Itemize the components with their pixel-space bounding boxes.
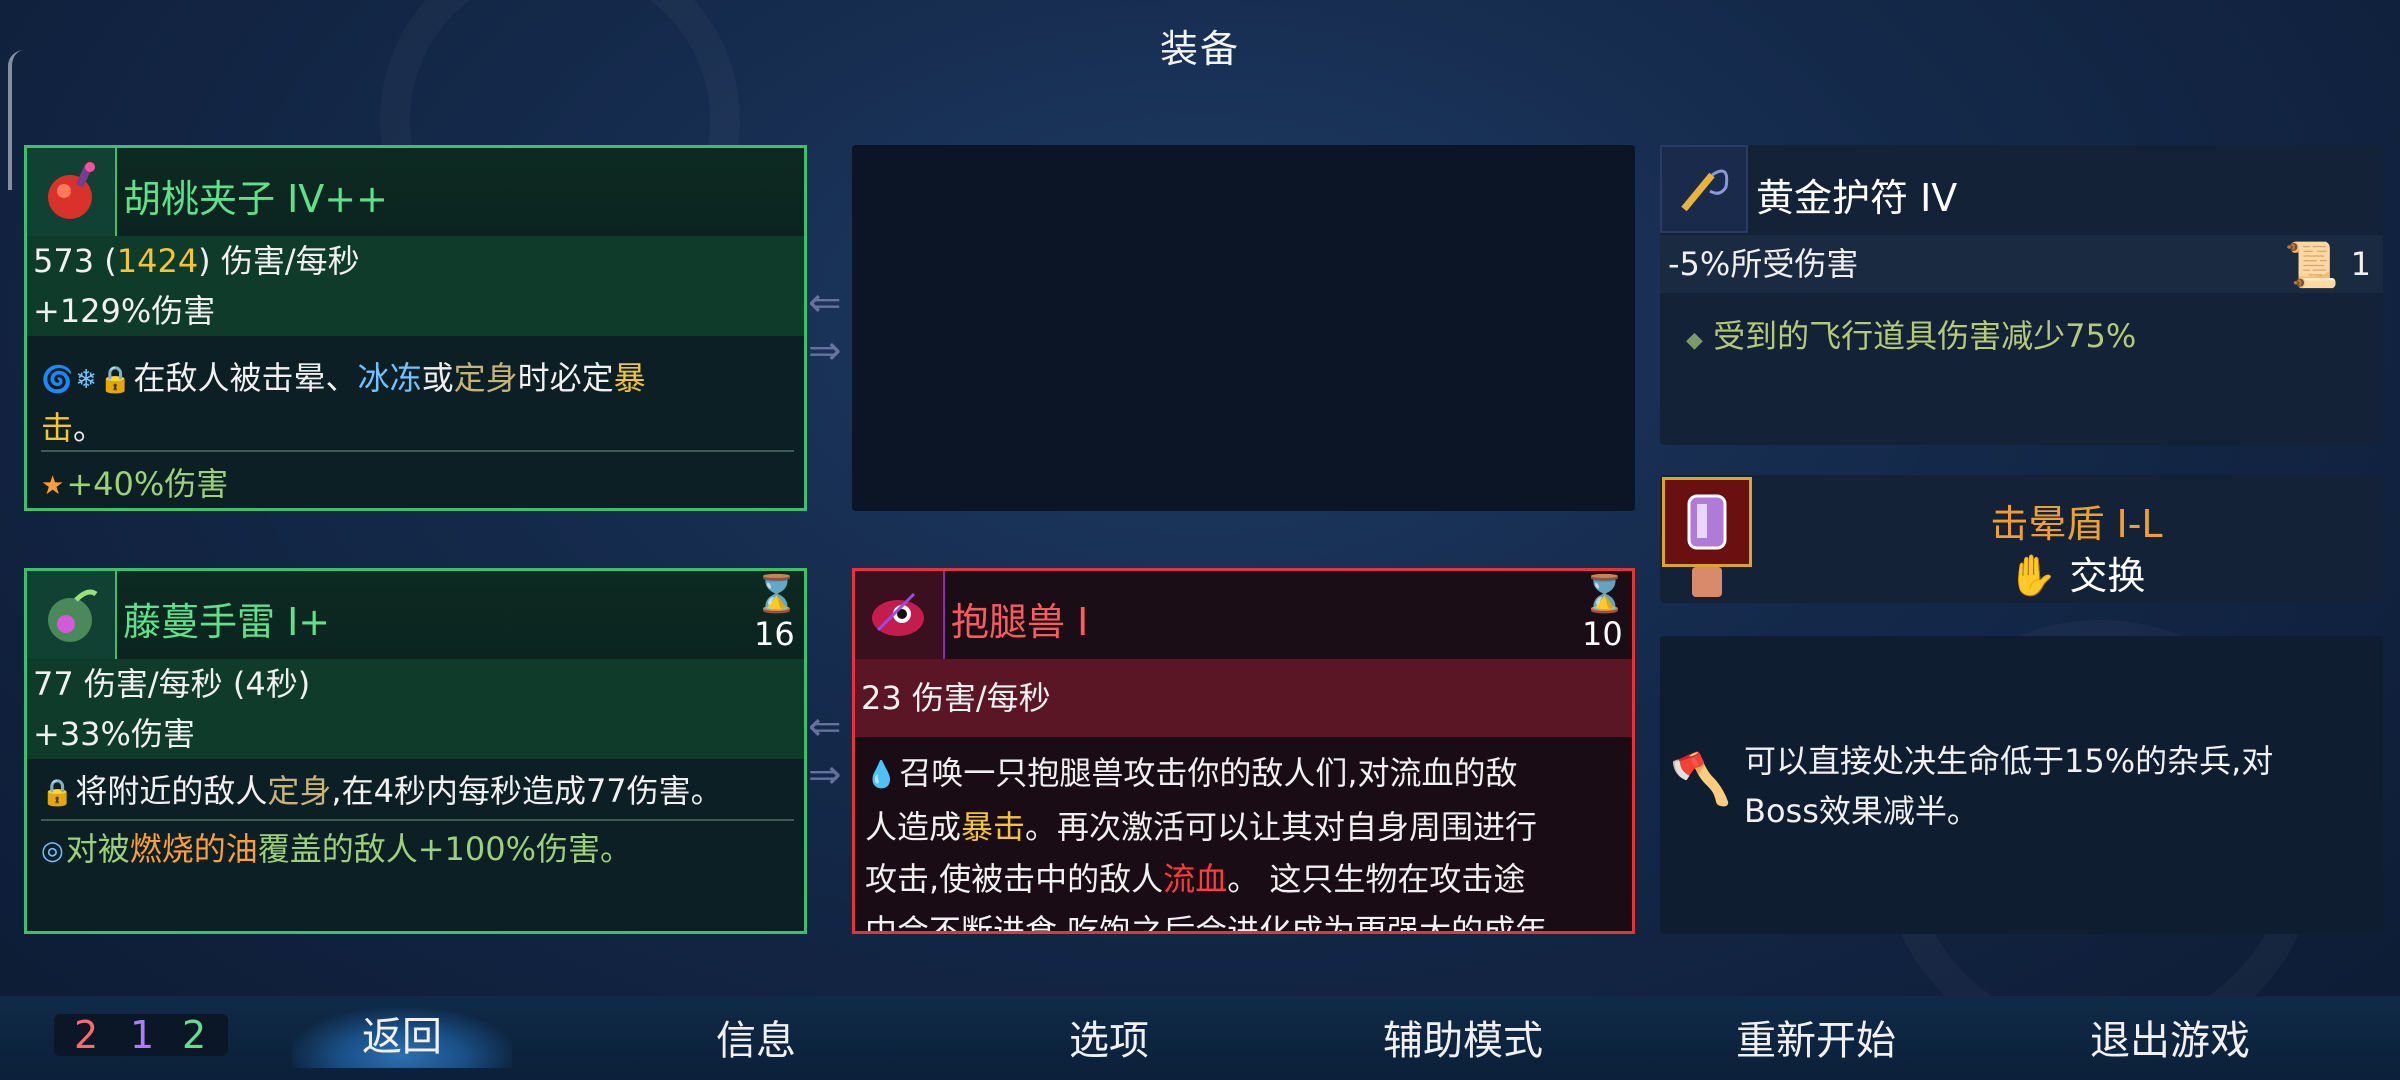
swap-left-arrow-icon[interactable]: ⇐	[808, 283, 858, 323]
menu-back[interactable]: 返回	[292, 1008, 512, 1068]
bleed-drop-icon: 💧	[865, 760, 898, 790]
scroll-counter: 2 1 2	[54, 1014, 228, 1056]
hand-grab-icon: ✋	[2007, 553, 2058, 599]
cooldown-timer: ⌛ 16	[754, 574, 799, 654]
mutation-slot[interactable]: 🪓 可以直接处决生命低于15%的杂兵,对 Boss效果减半。	[1660, 636, 2383, 934]
tactics-count: 1	[130, 1013, 155, 1057]
skill-slot[interactable]: 抱腿兽 I ⌛ 10 23 伤害/每秒 💧召唤一只抱腿兽攻击你的敌人们,对流血的…	[852, 568, 1635, 934]
root-lock-icon: 🔒	[41, 778, 74, 808]
weapon-slot-1[interactable]: 胡桃夹子 IV++ 573 (1424) 伤害/每秒 +129%伤害 🌀❄🔒在敌…	[24, 145, 807, 511]
mutation-description: 可以直接处决生命低于15%的杂兵,对 Boss效果减半。	[1744, 742, 2274, 830]
vine-grenade-icon	[27, 571, 117, 661]
page-title: 装备	[1159, 27, 1240, 71]
empty-slot[interactable]	[852, 145, 1635, 511]
scroll-count: 1	[2350, 245, 2371, 283]
divider	[41, 819, 794, 821]
swap-left-arrow-icon[interactable]: ⇐	[808, 707, 858, 747]
skill-description: 💧召唤一只抱腿兽攻击你的敌人们,对流血的敌 人造成暴击。再次激活可以让其对自身周…	[865, 747, 1622, 931]
amulet-effect: ◆ 受到的飞行道具伤害减少75%	[1686, 317, 2137, 355]
golden-amulet-icon	[1660, 145, 1748, 233]
menu-assist-mode[interactable]: 辅助模式	[1353, 1008, 1573, 1066]
menu-restart[interactable]: 重新开始	[1706, 1008, 1926, 1066]
brutality-count: 2	[74, 1013, 99, 1057]
freeze-affix-icon: ❄	[75, 365, 98, 395]
crit-dps: 1424	[116, 242, 199, 280]
menu-options[interactable]: 选项	[999, 1008, 1219, 1066]
menu-info[interactable]: 信息	[646, 1008, 866, 1066]
amulet-stat: -5%所受伤害 📜 1	[1660, 235, 2383, 293]
hourglass-icon: ⌛	[754, 574, 799, 615]
weapon-bonus: +129%伤害	[27, 286, 804, 336]
stun-affix-icon: 🌀	[41, 365, 74, 395]
leghugger-icon	[855, 571, 945, 661]
swap-right-arrow-icon[interactable]: ⇒	[808, 755, 858, 795]
skill-name: 抱腿兽 I	[951, 600, 1089, 644]
skill-dps: 23 伤害/每秒	[855, 659, 1632, 737]
executioner-icon: 🪓	[1669, 749, 1733, 808]
weapon-name: 藤蔓手雷 I+	[123, 600, 331, 644]
root-lock-icon: 🔒	[99, 365, 132, 395]
weapon-description: 🔒将附近的敌人定身,在4秒内每秒造成77伤害。	[41, 767, 794, 817]
weapon-name: 胡桃夹子 IV++	[123, 177, 388, 221]
scroll-icon: 📜	[2284, 240, 2339, 291]
hourglass-icon: ⌛	[1582, 574, 1627, 615]
weapon-extra: ★+40%伤害	[41, 460, 794, 510]
oil-affix-icon: ◎	[41, 836, 64, 866]
weapon-bonus: +33%伤害	[27, 709, 804, 759]
menu-quit-game[interactable]: 退出游戏	[2060, 1008, 2280, 1066]
amulet-name: 黄金护符 IV	[1756, 176, 1958, 220]
bottom-menu-bar: 2 1 2 返回 信息 选项 辅助模式 重新开始 退出游戏	[0, 996, 2400, 1080]
shield-name: 击晕盾 I-L	[1990, 502, 2163, 546]
weapon-description: 🌀❄🔒在敌人被击晕、冰冻或定身时必定暴 击。	[41, 354, 794, 452]
weapon-dps: 573 (1424) 伤害/每秒	[27, 236, 804, 286]
diamond-bullet-icon: ◆	[1686, 328, 1703, 353]
star-icon: ★	[41, 471, 65, 501]
survival-count: 2	[182, 1013, 207, 1057]
divider	[41, 450, 794, 452]
swap-right-arrow-icon[interactable]: ⇒	[808, 331, 858, 371]
weapon-slot-2[interactable]: 藤蔓手雷 I+ ⌛ 16 77 伤害/每秒 (4秒) +33%伤害 🔒将附近的敌…	[24, 568, 807, 934]
nutcracker-bomb-icon	[27, 148, 117, 238]
swap-button[interactable]: ✋ 交换	[1660, 545, 2383, 600]
weapon-dps: 77 伤害/每秒 (4秒)	[27, 659, 804, 709]
cooldown-timer: ⌛ 10	[1582, 574, 1627, 654]
weapon-extra: ◎对被燃烧的油覆盖的敌人+100%伤害。	[41, 825, 794, 875]
shield-slot[interactable]: 击晕盾 I-L ✋ 交换	[1660, 475, 2383, 603]
amulet-slot[interactable]: 黄金护符 IV -5%所受伤害 📜 1 ◆ 受到的飞行道具伤害减少75%	[1660, 145, 2383, 445]
